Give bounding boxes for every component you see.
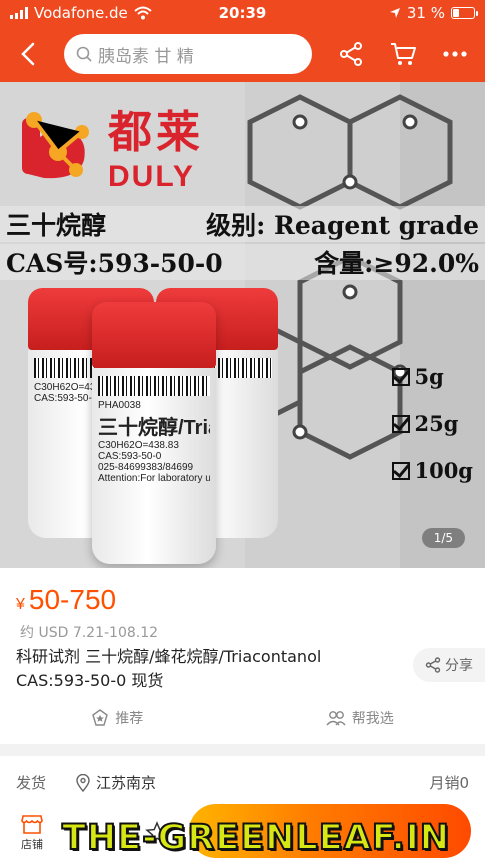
watermark-text: THE-GREENLEAF.IN <box>61 817 451 859</box>
more-icon <box>443 51 467 57</box>
bottle-cas: CAS:593-50-0 <box>98 451 162 462</box>
shipping-label: 发货 <box>16 774 47 792</box>
product-grade: 级别: Reagent grade <box>206 211 479 240</box>
carrier-name: Vodafone.de <box>34 4 128 22</box>
price-currency: ¥ <box>16 596 25 613</box>
duly-logo-icon <box>22 112 89 179</box>
share-icon <box>340 42 362 66</box>
size-option-label: 5g <box>414 364 444 389</box>
bottle-body: PHA0038 三十烷醇/Triacontanol C30H62O=438.83… <box>92 368 216 564</box>
battery-percent: 31 % <box>406 4 445 22</box>
size-option-label: 100g <box>414 458 473 483</box>
product-info-card: ¥50-750 约 USD 7.21-108.12 科研试剂 三十烷醇/蜂花烷醇… <box>0 568 485 744</box>
bottle-label: 三十烷醇/Triacontanol <box>98 417 210 439</box>
checkbox-checked-icon <box>392 367 411 386</box>
bottle-code: PHA0038 <box>98 400 141 411</box>
people-icon <box>326 711 346 726</box>
shop-icon <box>21 815 43 834</box>
share-label: 分享 <box>445 658 473 674</box>
product-title: 科研试剂 三十烷醇/蜂花烷醇/Triacontanol CAS:593-50-0… <box>16 647 322 690</box>
battery-icon <box>451 7 478 19</box>
search-input[interactable]: 胰岛素 甘 精 <box>64 34 312 74</box>
more-button[interactable] <box>438 37 472 71</box>
share-pill-button[interactable]: 分享 <box>413 648 485 682</box>
bottle-front: PHA0038 三十烷醇/Triacontanol C30H62O=438.83… <box>92 302 216 564</box>
product-name: 三十烷醇 <box>6 211 107 240</box>
barcode <box>98 376 210 396</box>
bottle-phone: 025-84699383/84699 <box>98 462 194 473</box>
price-value: 50-750 <box>28 584 117 615</box>
bottle-formula: C30H62O=438.83 <box>98 440 179 451</box>
shipping-location-text: 江苏南京 <box>96 774 157 792</box>
shipping-row[interactable]: 发货 江苏南京 月销0 <box>16 772 469 793</box>
hero-line-1: 三十烷醇 级别: Reagent grade <box>0 206 485 242</box>
usd-price: 约 USD 7.21-108.12 <box>20 625 159 641</box>
nav-bar: 胰岛素 甘 精 <box>0 26 485 82</box>
actions-row: 推荐 帮我选 <box>0 708 485 728</box>
cart-button[interactable] <box>386 37 420 71</box>
bottle-note: Attention:For laboratory use <box>98 473 210 484</box>
share-button[interactable] <box>334 37 368 71</box>
status-bar: Vodafone.de 20:39 31 % <box>0 0 485 26</box>
back-icon <box>21 42 35 66</box>
shop-button[interactable]: 店铺 <box>12 814 52 852</box>
recommend-label: 推荐 <box>115 711 144 727</box>
brand-name-en: DULY <box>108 160 195 193</box>
wifi-icon <box>134 6 152 20</box>
checkbox-checked-icon <box>392 414 411 433</box>
product-cas: CAS号:593-50-0 <box>6 249 223 278</box>
brand-name-cn: 都莱 <box>108 107 204 158</box>
cell-signal-icon <box>10 7 28 19</box>
search-placeholder: 胰岛素 甘 精 <box>98 46 194 67</box>
price: ¥50-750 <box>16 584 116 616</box>
cart-icon <box>391 43 416 65</box>
size-option: 100g <box>392 458 473 483</box>
size-option-label: 25g <box>414 411 459 436</box>
size-option: 25g <box>392 411 473 436</box>
location-pin-icon <box>76 773 90 792</box>
hero-line-2: CAS号:593-50-0 含量:≥92.0% <box>0 244 485 280</box>
help-choose-label: 帮我选 <box>351 711 394 727</box>
clock: 20:39 <box>218 4 267 22</box>
share-icon <box>425 657 441 673</box>
search-icon <box>76 46 92 62</box>
brand-logo: 都莱 DULY <box>14 96 204 194</box>
location-arrow-icon <box>389 8 400 18</box>
size-option: 5g <box>392 364 473 389</box>
size-options: 5g 25g 100g <box>392 364 473 483</box>
shop-label: 店铺 <box>21 838 43 851</box>
product-content: 含量:≥92.0% <box>314 249 479 278</box>
shipping-location: 江苏南京 <box>76 772 156 793</box>
bottle-cap <box>92 302 216 368</box>
checkbox-checked-icon <box>392 461 411 480</box>
recommend-icon <box>92 709 109 726</box>
recommend-button[interactable]: 推荐 <box>91 708 143 728</box>
back-button[interactable] <box>10 34 46 74</box>
monthly-sales: 月销0 <box>429 774 469 792</box>
page-indicator: 1/5 <box>421 528 465 548</box>
product-image-carousel[interactable]: 都莱 DULY 三十烷醇 级别: Reagent grade CAS号:593-… <box>0 82 485 568</box>
help-choose-button[interactable]: 帮我选 <box>326 708 394 728</box>
